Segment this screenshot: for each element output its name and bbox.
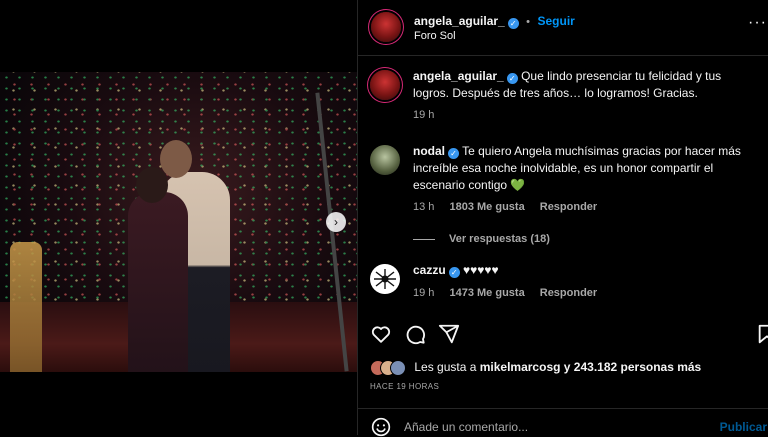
caption-body: angela_aguilar_ ✓ Que lindo presenciar tu… xyxy=(413,68,758,121)
performer-woman xyxy=(128,192,188,372)
post-location[interactable]: Foro Sol xyxy=(414,30,456,42)
likes-prefix: Les gusta a xyxy=(414,360,477,375)
comment-meta: 13 h 1803 Me gusta Responder xyxy=(413,201,758,213)
comment-text: ♥♥♥♥♥ xyxy=(463,263,499,277)
bookmark-icon[interactable] xyxy=(756,323,768,345)
caption-meta: 19 h xyxy=(413,109,758,121)
author-avatar[interactable] xyxy=(371,12,401,42)
comment-username[interactable]: cazzu xyxy=(413,263,446,277)
photo-pane: › xyxy=(0,0,357,435)
reply-button[interactable]: Responder xyxy=(540,201,597,213)
heart-icon[interactable] xyxy=(370,323,392,345)
verified-icon: ✓ xyxy=(448,267,460,278)
verified-icon: ✓ xyxy=(448,148,459,159)
comment-meta: 19 h 1473 Me gusta Responder xyxy=(413,287,758,299)
next-arrow-icon[interactable]: › xyxy=(326,212,346,232)
comment-body: nodal ✓ Te quiero Angela muchísimas graci… xyxy=(413,143,758,245)
separator-dot: • xyxy=(526,16,531,28)
comment-text: Te quiero Angela muchísimas gracias por … xyxy=(413,144,741,192)
post-photo[interactable] xyxy=(0,72,357,372)
caption-username[interactable]: angela_aguilar_ xyxy=(413,69,504,83)
reply-button[interactable]: Responder xyxy=(540,287,597,299)
performer-man-head xyxy=(160,140,192,178)
replies-line xyxy=(413,238,435,240)
spider-icon xyxy=(374,269,396,289)
comment-time: 19 h xyxy=(413,287,435,299)
verified-icon: ✓ xyxy=(506,73,518,84)
trophy-prop xyxy=(10,242,42,372)
comment-input[interactable]: Añade un comentario... xyxy=(404,420,528,434)
green-heart-emoji: 💚 xyxy=(510,178,526,192)
author-line: angela_aguilar_ ✓ • Seguir xyxy=(414,12,575,30)
comment-likes[interactable]: 1803 Me gusta xyxy=(449,201,524,213)
more-icon[interactable]: ··· xyxy=(748,14,767,32)
likes-count[interactable]: y 243.182 personas más xyxy=(564,360,701,374)
author-username[interactable]: angela_aguilar_ xyxy=(414,14,505,28)
comment-body: cazzu ✓ ♥♥♥♥♥ 19 h 1473 Me gusta Responde… xyxy=(413,262,758,299)
post-comment-button[interactable]: Publicar xyxy=(720,420,767,434)
post-sidebar: angela_aguilar_ ✓ • Seguir Foro Sol ··· a… xyxy=(357,0,768,437)
comment-time: 13 h xyxy=(413,201,435,213)
performer-woman-head xyxy=(136,167,168,203)
caption-avatar[interactable] xyxy=(370,70,400,100)
comment-composer: Añade un comentario... Publicar xyxy=(358,408,768,437)
emoji-icon[interactable] xyxy=(371,417,391,437)
likes-row: Les gusta a mikelmarcosg y 243.182 perso… xyxy=(370,360,768,378)
comment-username[interactable]: nodal xyxy=(413,144,445,158)
comment-icon[interactable] xyxy=(404,323,426,345)
post-age: HACE 19 HORAS xyxy=(370,382,440,391)
commenter-avatar[interactable] xyxy=(370,264,400,294)
share-icon[interactable] xyxy=(438,323,460,345)
action-bar xyxy=(370,323,768,347)
commenter-avatar[interactable] xyxy=(370,145,400,175)
view-replies-label[interactable]: Ver respuestas (18) xyxy=(449,233,550,245)
post-header: angela_aguilar_ ✓ • Seguir Foro Sol ··· xyxy=(358,0,768,56)
comment-likes[interactable]: 1473 Me gusta xyxy=(449,287,524,299)
caption-time: 19 h xyxy=(413,109,435,121)
verified-icon: ✓ xyxy=(507,18,519,29)
view-replies[interactable]: Ver respuestas (18) xyxy=(413,233,758,245)
liker-avatar xyxy=(390,360,406,376)
follow-button[interactable]: Seguir xyxy=(537,14,574,28)
likes-user[interactable]: mikelmarcosg xyxy=(480,360,561,374)
